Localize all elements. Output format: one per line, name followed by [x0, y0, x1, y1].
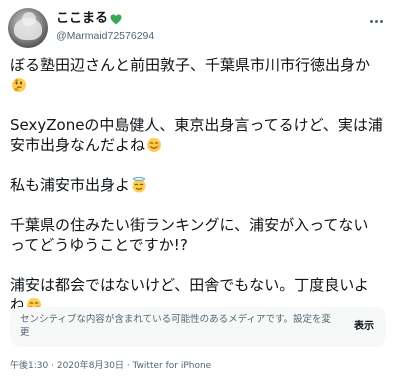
tweet-source[interactable]: Twitter for iPhone: [133, 361, 212, 371]
user-handle[interactable]: @Marmaid72576294: [56, 29, 154, 43]
tweet-time[interactable]: 午後1:30: [10, 361, 48, 371]
tweet-header: ここまる @Marmaid72576294: [8, 8, 387, 48]
sensitive-notice-message: センシティブな内容が含まれている可能性のあるメディアです。: [20, 314, 294, 325]
tweet-line: 千葉県の住みたい街ランキングに、浦安が入ってない: [10, 216, 369, 234]
tweet-paragraph: ぼる塾田辺さんと前田敦子、千葉県市川市行徳出身か: [10, 55, 390, 95]
show-media-button[interactable]: 表示: [354, 320, 374, 333]
avatar-highlight: [22, 12, 36, 26]
meta-separator: ·: [126, 361, 130, 371]
sensitive-notice-text: センシティブな内容が含まれている可能性のあるメディアです。設定を変更: [20, 313, 338, 339]
more-dots-icon[interactable]: [367, 12, 385, 30]
display-name-row[interactable]: ここまる: [56, 11, 154, 27]
sensitive-media-notice: センシティブな内容が含まれている可能性のあるメディアです。設定を変更 表示: [10, 307, 386, 347]
tweet-line: 安市出身なんだよね: [10, 136, 146, 154]
avatar[interactable]: [8, 8, 48, 48]
thinking-face-icon: [11, 77, 27, 93]
user-names: ここまる @Marmaid72576294: [56, 11, 154, 43]
tweet-line: ぼる塾田辺さんと前田敦子、千葉県市川市行徳出身か: [10, 56, 371, 74]
tweet-text: ぼる塾田辺さんと前田敦子、千葉県市川市行徳出身か SexyZoneの中島健人、東…: [10, 55, 390, 315]
tweet-line: ってどうゆうことですか!?: [10, 236, 188, 254]
tweet-line: SexyZoneの中島健人、東京出身言ってるけど、実は浦: [10, 116, 383, 134]
tweet-paragraph: 私も浦安市出身よ: [10, 175, 390, 195]
smiling-face-with-halo-icon: [131, 176, 147, 193]
tweet-date[interactable]: 2020年8月30日: [57, 361, 124, 371]
tweet-paragraph: SexyZoneの中島健人、東京出身言ってるけど、実は浦 安市出身なんだよね: [10, 115, 390, 155]
tweet-line: 私も浦安市出身よ: [10, 176, 131, 194]
tweet-line: 浦安は都会ではないけど、田舎でもない。丁度良いよ: [10, 276, 369, 294]
smiling-face-icon: [146, 137, 162, 153]
meta-separator: ·: [51, 361, 54, 371]
tweet-meta: 午後1:30 · 2020年8月30日 · Twitter for iPhone: [10, 360, 211, 372]
tweet-paragraph: 千葉県の住みたい街ランキングに、浦安が入ってない ってどうゆうことですか!?: [10, 215, 390, 255]
green-heart-icon: [110, 14, 122, 25]
display-name[interactable]: ここまる: [56, 11, 108, 27]
